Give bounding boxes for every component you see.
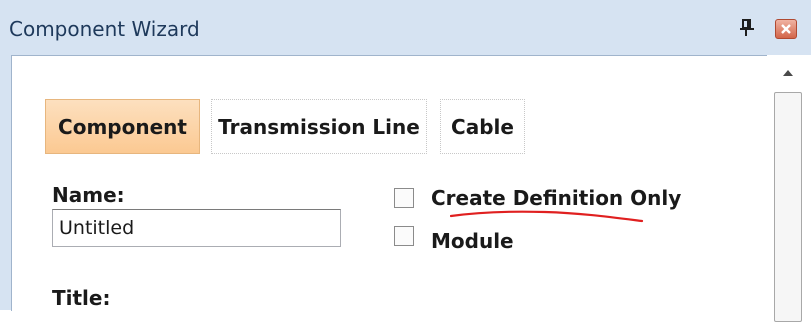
red-underline-annotation [450,210,644,223]
title-label: Title: [52,286,111,310]
close-button[interactable] [775,19,797,39]
scroll-up-arrow-icon[interactable] [782,69,794,77]
tab-transmission-line[interactable]: Transmission Line [211,99,427,154]
tab-component[interactable]: Component [45,99,200,154]
scrollbar-thumb[interactable] [774,92,802,322]
vertical-scrollbar[interactable] [767,55,811,322]
create-definition-only-label[interactable]: Create Definition Only [431,186,681,210]
window-title: Component Wizard [9,17,200,41]
name-label: Name: [52,183,125,207]
tab-cable-label: Cable [451,114,514,139]
create-definition-only-checkbox[interactable] [394,188,414,208]
module-checkbox[interactable] [394,226,414,246]
name-input[interactable] [52,209,341,247]
module-label[interactable]: Module [431,229,514,253]
close-icon [781,24,791,34]
title-bar: Component Wizard [0,0,811,55]
pin-icon[interactable] [738,18,756,38]
tab-transmission-line-label: Transmission Line [218,114,420,139]
tab-component-label: Component [58,114,187,139]
component-wizard-window: Component Wizard Component Transmission … [0,0,811,322]
tab-cable[interactable]: Cable [440,99,525,154]
